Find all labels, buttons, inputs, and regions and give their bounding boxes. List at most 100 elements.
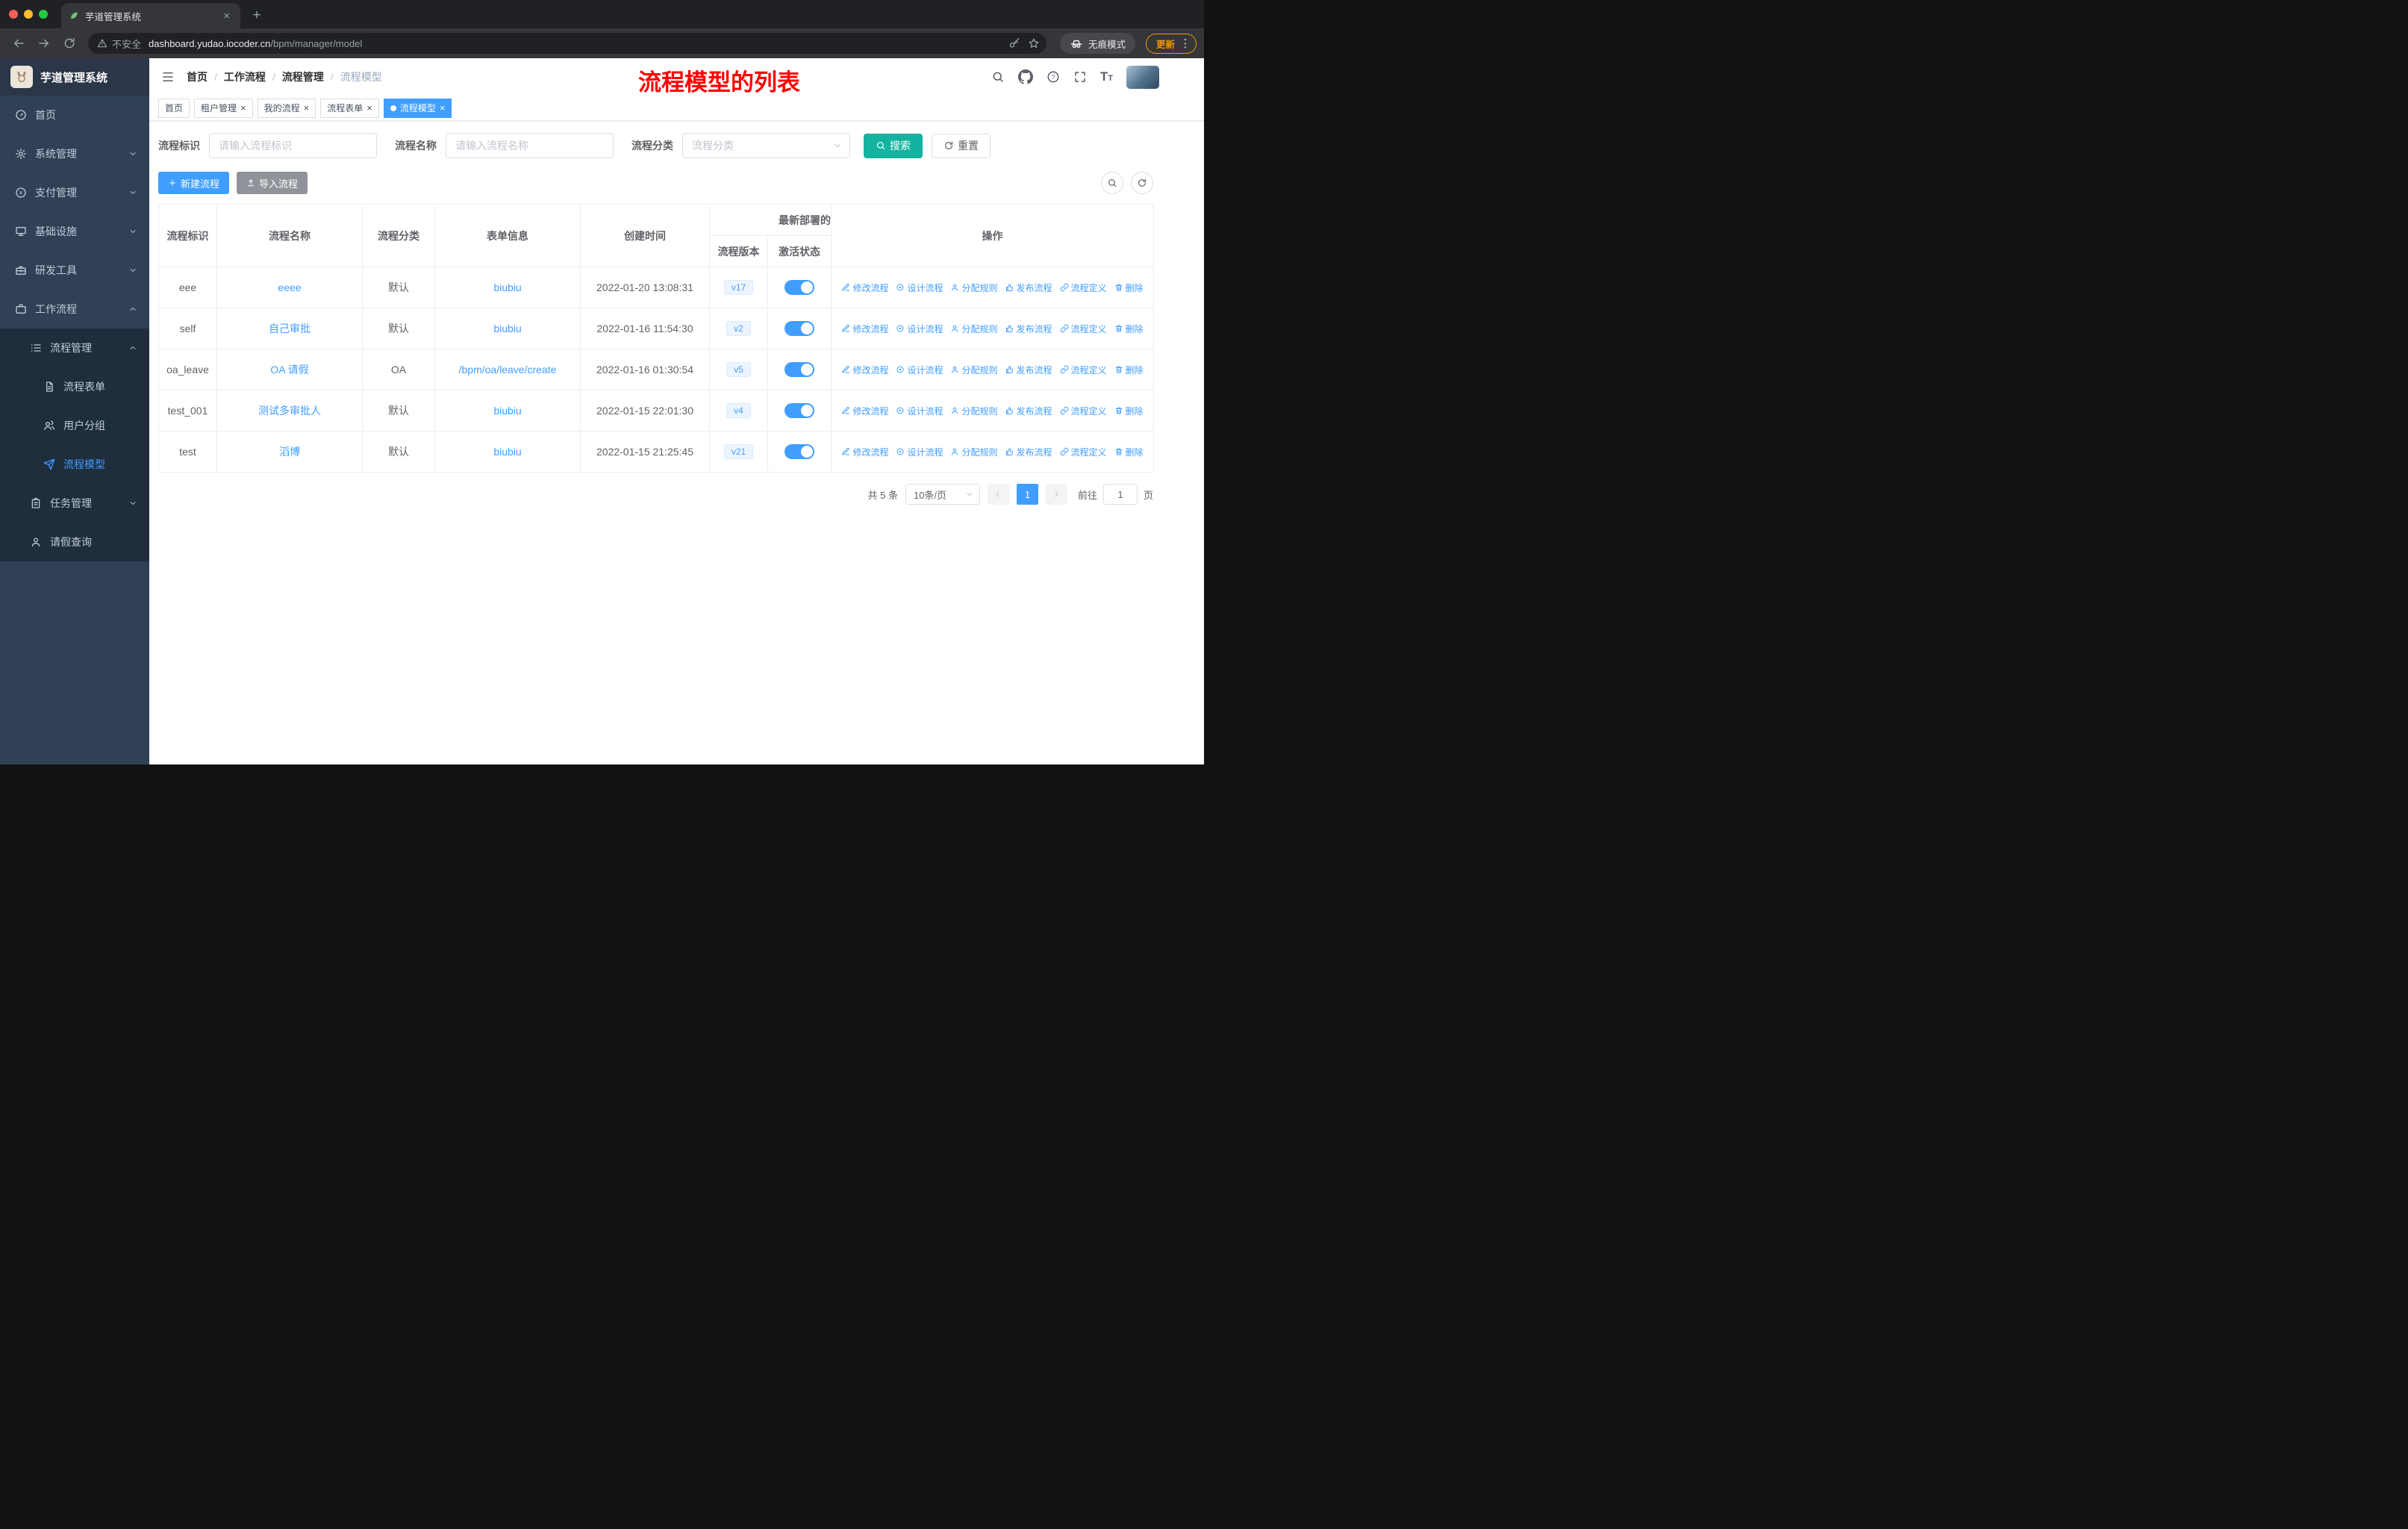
action-definition-link[interactable]: 流程定义 xyxy=(1060,281,1107,294)
goto-page-input[interactable] xyxy=(1102,484,1138,505)
address-bar[interactable]: 不安全 dashboard.yudao.iocoder.cn /bpm/mana… xyxy=(88,33,1047,54)
action-definition-link[interactable]: 流程定义 xyxy=(1060,323,1107,335)
action-definition-link[interactable]: 流程定义 xyxy=(1060,364,1107,376)
action-design-link[interactable]: 设计流程 xyxy=(896,323,943,335)
browser-tab[interactable]: 芋道管理系统 × xyxy=(61,3,240,28)
sidebar-item[interactable]: 基础设施 xyxy=(0,212,149,251)
reset-button[interactable]: 重置 xyxy=(932,133,991,158)
reload-button[interactable] xyxy=(58,32,81,55)
action-definition-link[interactable]: 流程定义 xyxy=(1060,405,1107,417)
page-1-button[interactable]: 1 xyxy=(1016,484,1038,505)
status-toggle[interactable] xyxy=(785,444,814,459)
process-name-link[interactable]: OA 请假 xyxy=(270,364,308,376)
category-select[interactable]: 流程分类 xyxy=(682,133,850,158)
process-name-link[interactable]: 自己审批 xyxy=(269,323,311,334)
sidebar-item[interactable]: 首页 xyxy=(0,96,149,134)
sidebar-item[interactable]: ¥ 支付管理 xyxy=(0,173,149,212)
github-icon[interactable] xyxy=(1017,69,1033,84)
action-publish-link[interactable]: 发布流程 xyxy=(1005,323,1052,335)
sidebar-item[interactable]: 请假查询 xyxy=(0,523,149,561)
new-tab-button[interactable]: + xyxy=(246,5,267,26)
action-delete-link[interactable]: 删除 xyxy=(1114,364,1144,376)
action-assign-link[interactable]: 分配规则 xyxy=(950,446,998,458)
status-toggle[interactable] xyxy=(785,280,814,295)
tag-item[interactable]: 我的流程 × xyxy=(257,98,316,118)
form-link[interactable]: biubiu xyxy=(493,446,521,458)
page-size-select[interactable]: 10条/页 xyxy=(905,484,980,505)
process-name-input[interactable] xyxy=(446,133,614,158)
action-edit-link[interactable]: 修改流程 xyxy=(841,281,888,294)
sidebar-item[interactable]: 流程模型 xyxy=(0,445,149,484)
create-process-button[interactable]: 新建流程 xyxy=(158,172,230,194)
tag-item[interactable]: 首页 xyxy=(158,98,190,118)
process-name-link[interactable]: eeee xyxy=(278,281,301,293)
form-link[interactable]: biubiu xyxy=(493,323,521,334)
breadcrumb-item[interactable]: 流程管理 xyxy=(282,69,324,84)
site-security[interactable]: 不安全 xyxy=(97,37,141,51)
form-link[interactable]: biubiu xyxy=(493,281,521,293)
process-key-input[interactable] xyxy=(209,133,377,158)
action-delete-link[interactable]: 删除 xyxy=(1114,446,1144,458)
window-close-button[interactable] xyxy=(9,10,18,19)
tag-item[interactable]: 流程表单 × xyxy=(320,98,379,118)
process-name-link[interactable]: 测试多审批人 xyxy=(258,405,321,417)
forward-button[interactable] xyxy=(33,32,55,55)
fullscreen-icon[interactable] xyxy=(1073,70,1087,84)
action-delete-link[interactable]: 删除 xyxy=(1114,281,1144,294)
action-edit-link[interactable]: 修改流程 xyxy=(841,446,888,458)
form-link[interactable]: biubiu xyxy=(493,405,521,417)
collapse-sidebar-button[interactable] xyxy=(149,58,187,96)
window-minimize-button[interactable] xyxy=(24,10,33,19)
action-assign-link[interactable]: 分配规则 xyxy=(950,323,998,335)
tag-item[interactable]: 流程模型 × xyxy=(383,98,452,118)
process-name-link[interactable]: 滔博 xyxy=(279,446,300,458)
bookmark-button[interactable] xyxy=(1024,34,1044,53)
close-icon[interactable]: × xyxy=(304,103,310,113)
sidebar-item[interactable]: 研发工具 xyxy=(0,251,149,290)
sidebar-item[interactable]: 工作流程 xyxy=(0,290,149,328)
action-publish-link[interactable]: 发布流程 xyxy=(1005,281,1052,294)
close-icon[interactable]: × xyxy=(440,103,446,113)
font-size-icon[interactable]: TT xyxy=(1100,69,1113,84)
action-publish-link[interactable]: 发布流程 xyxy=(1005,405,1052,417)
import-process-button[interactable]: 导入流程 xyxy=(237,172,308,194)
action-delete-link[interactable]: 删除 xyxy=(1114,323,1144,335)
action-publish-link[interactable]: 发布流程 xyxy=(1005,364,1052,376)
action-delete-link[interactable]: 删除 xyxy=(1114,405,1144,417)
action-design-link[interactable]: 设计流程 xyxy=(896,281,943,294)
sidebar-item[interactable]: 任务管理 xyxy=(0,484,149,523)
window-zoom-button[interactable] xyxy=(39,10,48,19)
browser-menu-button[interactable]: ⋮ xyxy=(1179,37,1192,50)
sidebar-item[interactable]: 流程管理 xyxy=(0,328,149,367)
prev-page-button[interactable] xyxy=(987,484,1009,505)
back-button[interactable] xyxy=(7,32,30,55)
close-icon[interactable]: × xyxy=(366,103,372,113)
action-assign-link[interactable]: 分配规则 xyxy=(950,405,998,417)
action-assign-link[interactable]: 分配规则 xyxy=(950,364,998,376)
help-icon[interactable]: ? xyxy=(1047,70,1060,84)
password-button[interactable] xyxy=(1005,34,1024,53)
tab-close-icon[interactable]: × xyxy=(220,10,233,22)
action-publish-link[interactable]: 发布流程 xyxy=(1005,446,1052,458)
action-edit-link[interactable]: 修改流程 xyxy=(841,364,888,376)
tag-item[interactable]: 租户管理 × xyxy=(194,98,253,118)
search-icon[interactable] xyxy=(991,70,1005,84)
sidebar-item[interactable]: 系统管理 xyxy=(0,134,149,173)
status-toggle[interactable] xyxy=(785,321,814,336)
search-button[interactable]: 搜索 xyxy=(864,133,923,158)
form-link[interactable]: /bpm/oa/leave/create xyxy=(459,364,557,376)
close-icon[interactable]: × xyxy=(240,103,246,113)
toggle-search-button[interactable] xyxy=(1101,172,1123,194)
action-edit-link[interactable]: 修改流程 xyxy=(841,405,888,417)
action-assign-link[interactable]: 分配规则 xyxy=(950,281,998,294)
action-design-link[interactable]: 设计流程 xyxy=(896,405,943,417)
status-toggle[interactable] xyxy=(785,403,814,418)
refresh-table-button[interactable] xyxy=(1131,172,1153,194)
sidebar-item[interactable]: 用户分组 xyxy=(0,406,149,445)
sidebar-item[interactable]: 流程表单 xyxy=(0,367,149,406)
breadcrumb-item[interactable]: 首页 xyxy=(187,69,208,84)
action-edit-link[interactable]: 修改流程 xyxy=(841,323,888,335)
update-button[interactable]: 更新 xyxy=(1156,37,1175,51)
avatar[interactable] xyxy=(1126,65,1159,89)
action-design-link[interactable]: 设计流程 xyxy=(896,446,943,458)
